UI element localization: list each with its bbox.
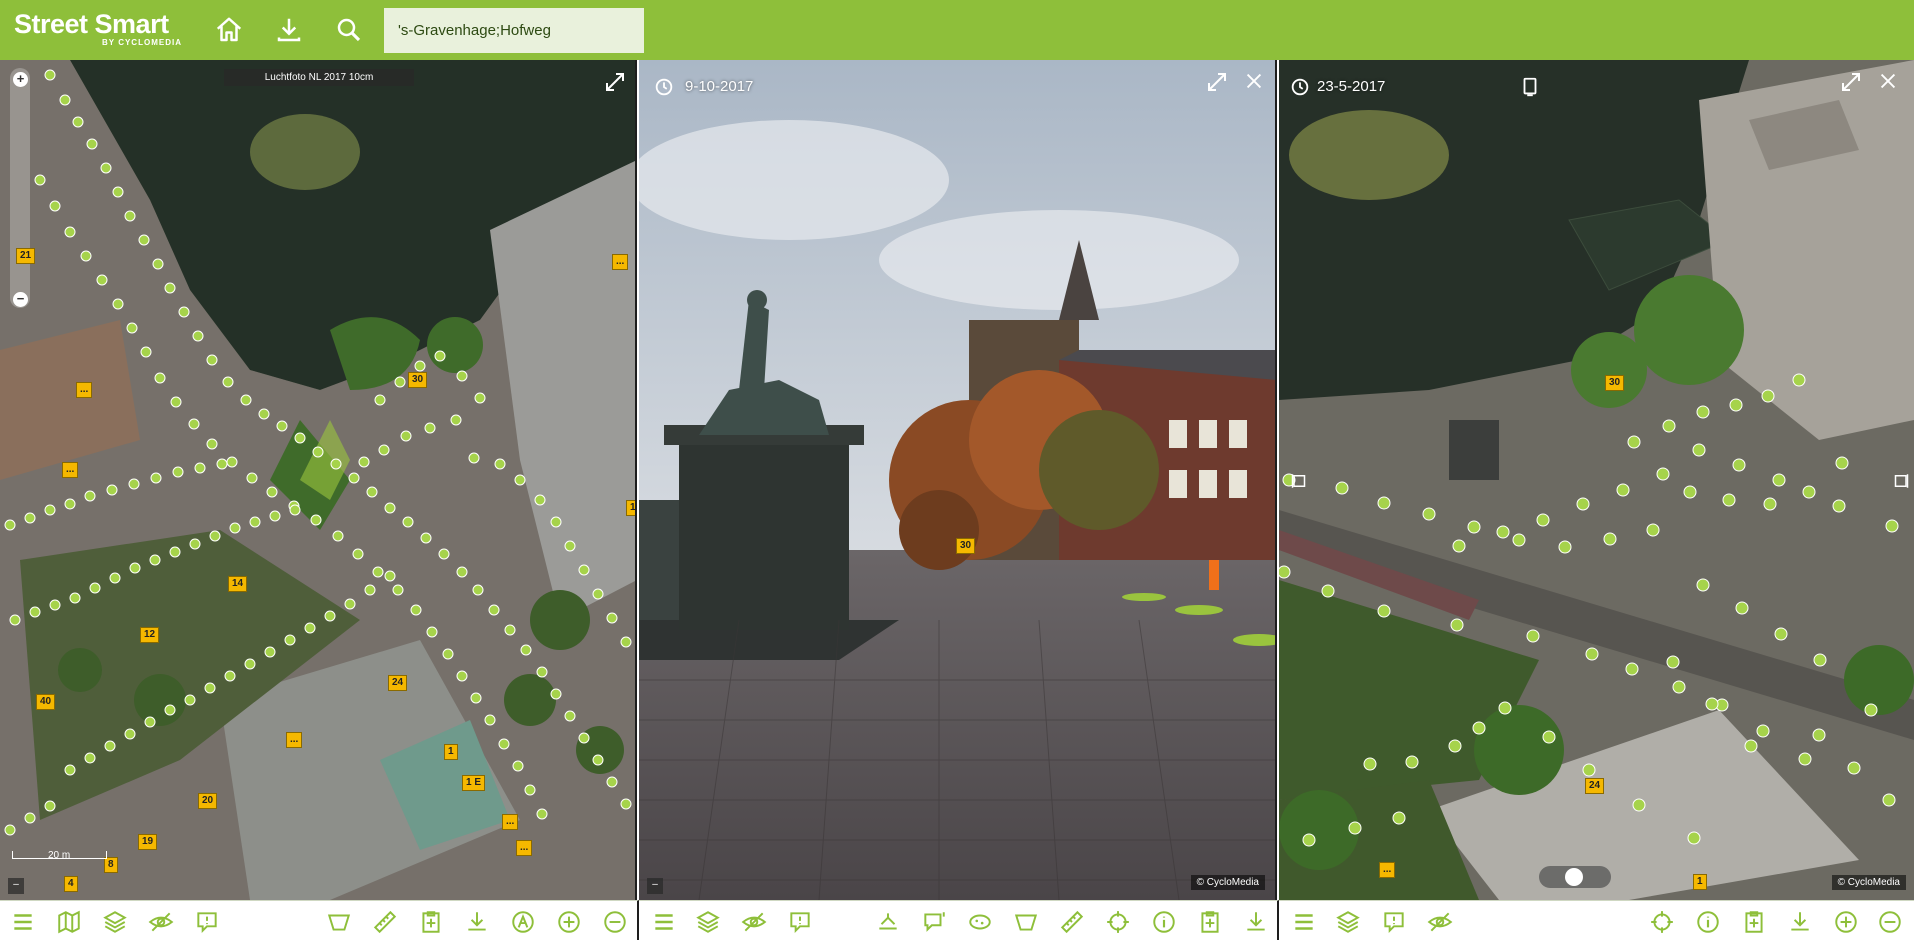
area-measure-icon[interactable] xyxy=(1013,909,1039,935)
house-number-badge: 4 xyxy=(64,876,78,892)
download-icon[interactable] xyxy=(274,15,304,45)
logo-subtitle: BY CYCLOMEDIA xyxy=(102,38,182,47)
clipboard-add-icon[interactable] xyxy=(418,909,444,935)
report-icon[interactable] xyxy=(194,909,220,935)
visibility-off-icon[interactable] xyxy=(741,909,767,935)
house-number-badge: 30 xyxy=(1605,375,1625,391)
pano-minimize-button[interactable]: – xyxy=(647,878,663,894)
tablet-icon[interactable] xyxy=(1519,76,1541,98)
history-icon[interactable] xyxy=(653,76,675,98)
house-number-badge: ... xyxy=(516,840,533,856)
menu-icon[interactable] xyxy=(10,909,36,935)
house-number-badge: 1 xyxy=(444,744,458,760)
close-icon[interactable] xyxy=(1877,70,1899,92)
house-number-badge: ... xyxy=(62,462,79,478)
direction-toggle[interactable] xyxy=(1539,866,1611,888)
visibility-off-icon[interactable] xyxy=(148,909,174,935)
copyright-label: © CycloMedia xyxy=(1831,875,1906,890)
oblique-panel[interactable]: 23-5-2017 30 24 1 ... © CycloMedia xyxy=(1279,60,1914,900)
house-number-badge: 24 xyxy=(1585,778,1605,794)
search-icon[interactable] xyxy=(334,15,364,45)
house-number-badge: ... xyxy=(502,814,519,830)
map-panel[interactable]: Luchtfoto NL 2017 10cm + − 30 14 12 40 2… xyxy=(0,60,637,900)
house-number-badge: 20 xyxy=(198,793,218,809)
house-number-badge: 1 xyxy=(626,500,635,516)
house-number-badge: 8 xyxy=(104,857,118,873)
aerial-map-image xyxy=(0,60,635,900)
street-smart-logo[interactable]: Street Smart BY CYCLOMEDIA xyxy=(14,9,181,47)
map-minimize-button[interactable]: – xyxy=(8,878,24,894)
zoom-in-icon[interactable] xyxy=(1833,909,1859,935)
oblique-image xyxy=(1279,60,1914,900)
home-icon[interactable] xyxy=(214,15,244,45)
history-icon[interactable] xyxy=(1289,76,1311,98)
crosshair-icon[interactable] xyxy=(1649,909,1675,935)
house-number-badge: 21 xyxy=(16,248,36,264)
close-icon[interactable] xyxy=(1243,70,1265,92)
download-icon[interactable] xyxy=(1787,909,1813,935)
recording-date[interactable]: 9-10-2017 xyxy=(685,78,753,95)
panorama-panel[interactable]: 9-10-2017 30 © CycloMedia – xyxy=(639,60,1277,900)
layers-icon[interactable] xyxy=(695,909,721,935)
house-number-badge: 19 xyxy=(138,834,158,850)
recording-date[interactable]: 23-5-2017 xyxy=(1317,78,1385,95)
house-number-badge: 24 xyxy=(388,675,408,691)
house-number-badge: 40 xyxy=(36,694,56,710)
address-icon[interactable] xyxy=(510,909,536,935)
map-layer-label: Luchtfoto NL 2017 10cm xyxy=(224,69,414,86)
report-icon[interactable] xyxy=(787,909,813,935)
expand-icon[interactable] xyxy=(1839,70,1863,94)
house-number-badge: 1 xyxy=(1693,874,1707,890)
panorama-toolbar xyxy=(639,900,1279,940)
report-icon[interactable] xyxy=(1381,909,1407,935)
clipboard-add-icon[interactable] xyxy=(1197,909,1223,935)
expand-icon[interactable] xyxy=(603,70,627,94)
panorama-image xyxy=(639,60,1275,900)
house-number-badge: ... xyxy=(286,732,303,748)
crosshair-icon[interactable] xyxy=(1105,909,1131,935)
house-number-badge: 1 E xyxy=(462,775,486,791)
zoom-slider[interactable] xyxy=(10,68,30,308)
menu-icon[interactable] xyxy=(1291,909,1317,935)
copyright-label: © CycloMedia xyxy=(1190,875,1265,890)
download-icon[interactable] xyxy=(1243,909,1269,935)
rotate-right-icon[interactable] xyxy=(1891,472,1909,490)
elevation-icon[interactable] xyxy=(875,909,901,935)
house-number-badge: 12 xyxy=(140,627,160,643)
logo-title: Street Smart xyxy=(14,9,169,39)
info-icon[interactable] xyxy=(1151,909,1177,935)
house-number-badge: ... xyxy=(612,254,629,270)
map-icon[interactable] xyxy=(56,909,82,935)
menu-icon[interactable] xyxy=(651,909,677,935)
top-bar: Street Smart BY CYCLOMEDIA xyxy=(0,0,1914,60)
oblique-toolbar xyxy=(1279,900,1914,940)
zoom-out-icon[interactable] xyxy=(602,909,628,935)
rotate-left-icon[interactable] xyxy=(1291,472,1309,490)
ruler-icon[interactable] xyxy=(1059,909,1085,935)
house-number-badge: 30 xyxy=(956,538,976,554)
zoom-in-icon[interactable] xyxy=(556,909,582,935)
blur-icon[interactable] xyxy=(967,909,993,935)
house-number-badge: ... xyxy=(1379,862,1396,878)
zoom-out-icon[interactable] xyxy=(1877,909,1903,935)
map-zoom-in-button[interactable]: + xyxy=(13,72,28,87)
house-number-badge: ... xyxy=(76,382,93,398)
layers-icon[interactable] xyxy=(102,909,128,935)
house-number-badge: 14 xyxy=(228,576,248,592)
area-measure-icon[interactable] xyxy=(326,909,352,935)
ruler-icon[interactable] xyxy=(372,909,398,935)
comment-icon[interactable] xyxy=(921,909,947,935)
layers-icon[interactable] xyxy=(1335,909,1361,935)
expand-icon[interactable] xyxy=(1205,70,1229,94)
map-zoom-out-button[interactable]: − xyxy=(13,292,28,307)
map-toolbar xyxy=(0,900,639,940)
toggle-knob[interactable] xyxy=(1565,868,1583,886)
house-number-badge: 30 xyxy=(408,372,428,388)
download-icon[interactable] xyxy=(464,909,490,935)
visibility-off-icon[interactable] xyxy=(1427,909,1453,935)
map-scale-label: 20 m xyxy=(48,850,71,861)
info-icon[interactable] xyxy=(1695,909,1721,935)
clipboard-add-icon[interactable] xyxy=(1741,909,1767,935)
search-input[interactable] xyxy=(384,8,644,53)
